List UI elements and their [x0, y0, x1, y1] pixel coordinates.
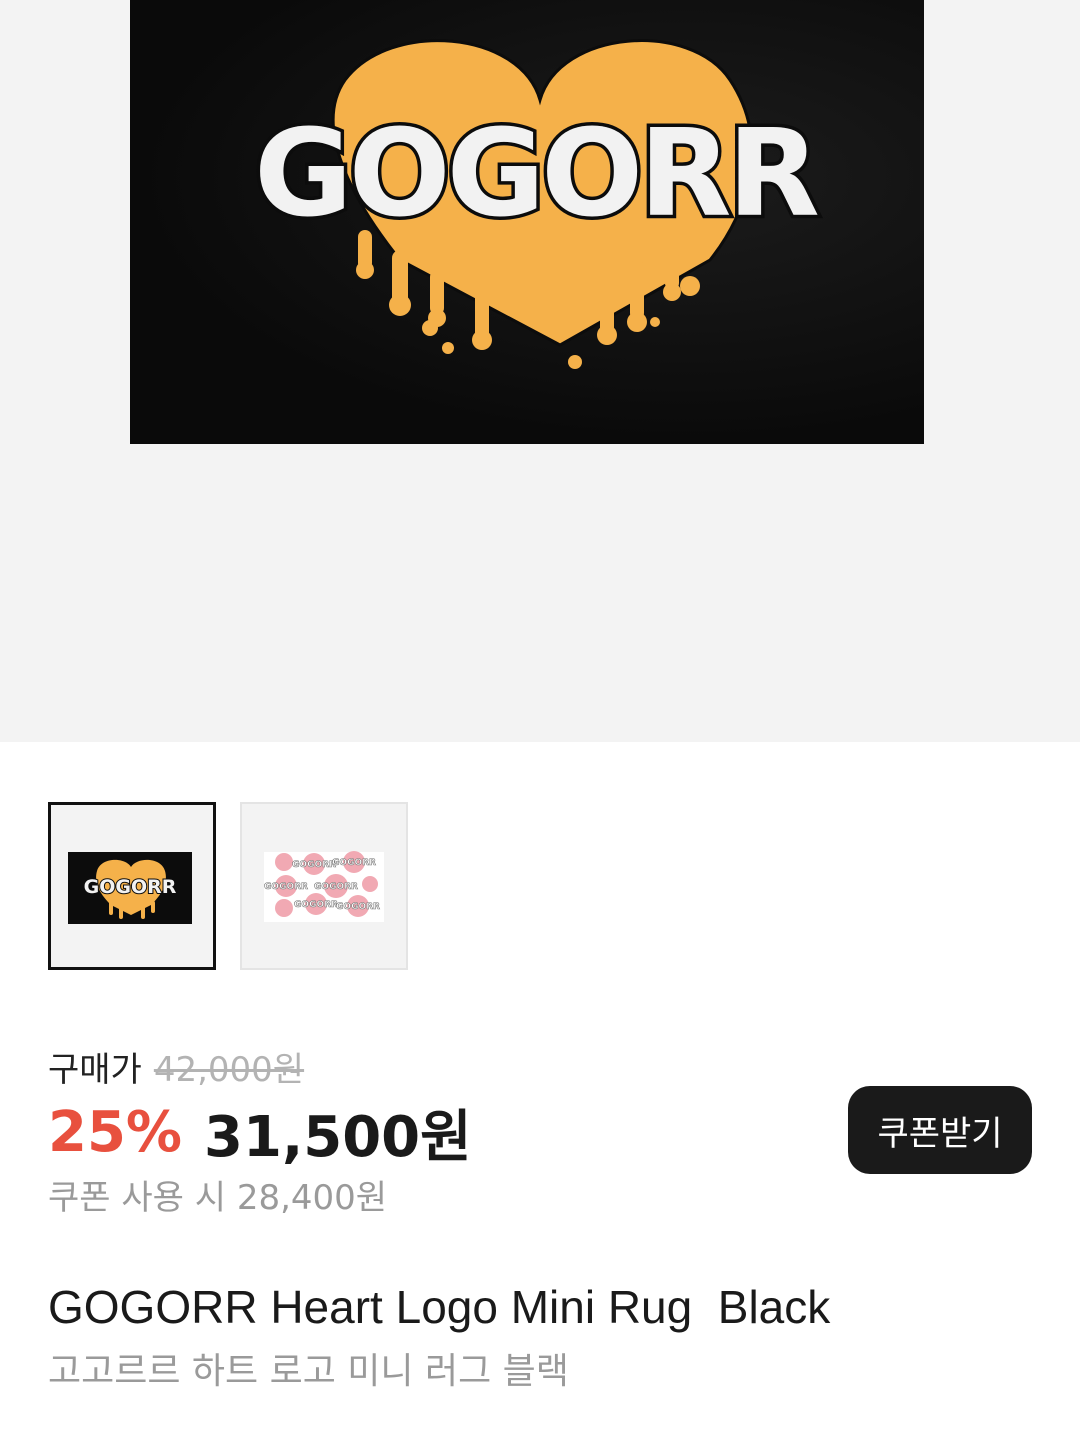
thumbnail-pattern-text: GOGORR: [264, 882, 308, 892]
thumbnail-black[interactable]: GOGORR: [48, 802, 216, 970]
product-subtitle: 고고르르 하트 로고 미니 러그 블랙: [48, 1351, 569, 1392]
thumbnail-pattern-text: GOGORR: [294, 900, 338, 910]
thumbnail-logo-text: GOGORR: [84, 876, 177, 898]
thumbnail-black-image: GOGORR: [68, 852, 192, 924]
price-label-row: 구매가 42,000원: [48, 1040, 304, 1092]
sale-price: 31,500원: [204, 1104, 472, 1170]
thumbnail-pattern-text: GOGORR: [332, 858, 376, 868]
discount-rate: 25%: [48, 1099, 183, 1165]
price-label: 구매가: [48, 1049, 142, 1090]
thumbnail-pattern-text: GOGORR: [314, 882, 358, 892]
thumbnail-pink[interactable]: GOGORR GOGORR GOGORR GOGORR GOGORR GOGOR…: [240, 802, 408, 970]
heart-logo-graphic: GOGORR: [251, 39, 825, 369]
thumbnail-pink-image: GOGORR GOGORR GOGORR GOGORR GOGORR GOGOR…: [264, 851, 384, 922]
thumbnail-pattern-text: GOGORR: [292, 860, 336, 870]
sale-price-row: 25% 31,500원: [48, 1096, 472, 1170]
thumbnail-pattern-text: GOGORR: [336, 902, 380, 912]
hero-logo-text: GOGORR: [254, 105, 817, 244]
original-price: 42,000원: [153, 1049, 305, 1090]
product-title: GOGORR Heart Logo Mini Rug Black: [48, 1281, 831, 1333]
product-hero-image[interactable]: GOGORR: [0, 0, 1080, 742]
get-coupon-button[interactable]: 쿠폰받기: [848, 1086, 1032, 1174]
coupon-applied-price: 쿠폰 사용 시 28,400원: [48, 1178, 388, 1218]
